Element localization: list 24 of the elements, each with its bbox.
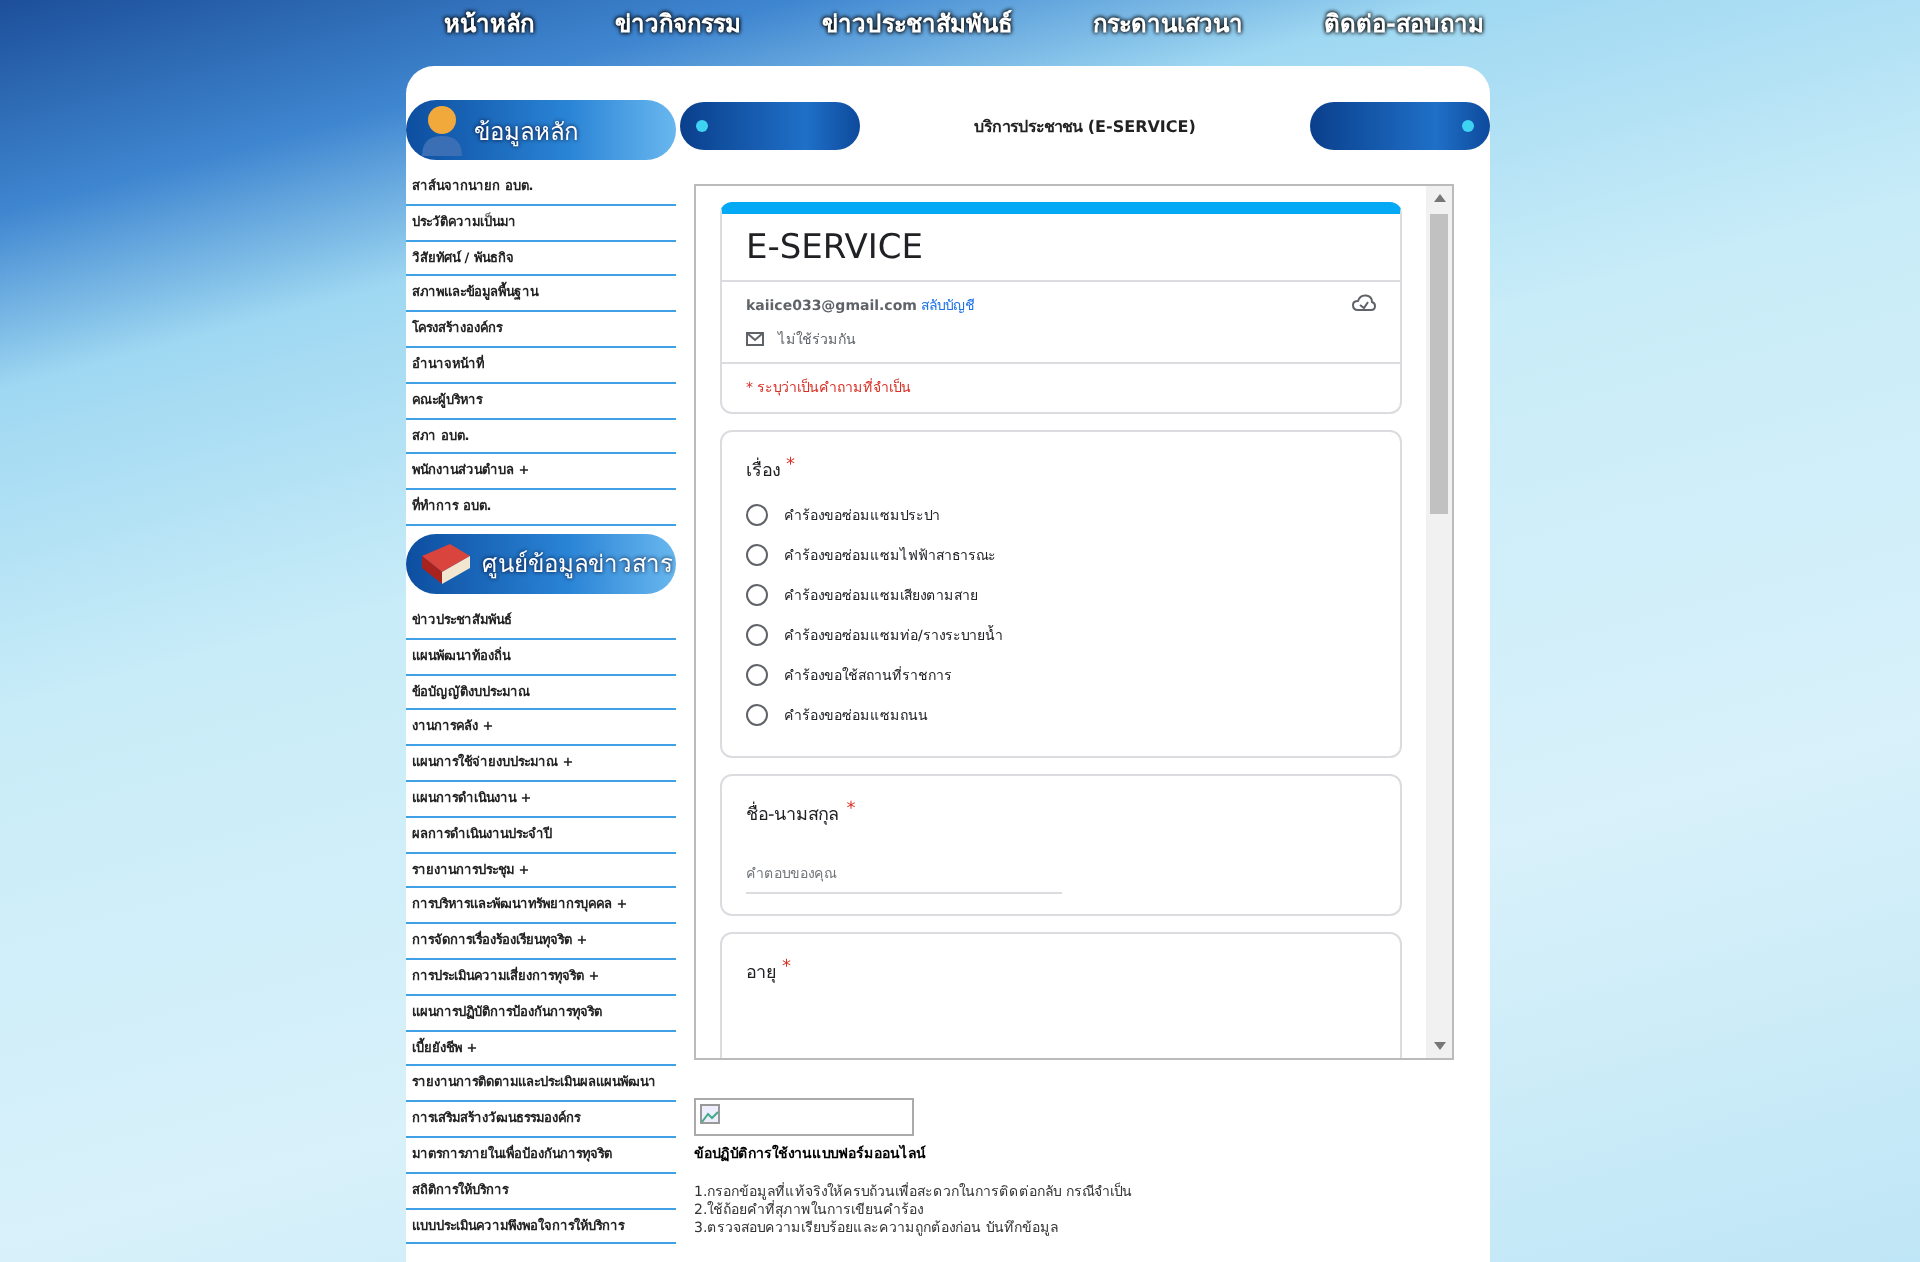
cloud-icon: [1352, 294, 1376, 312]
required-mark: *: [786, 456, 795, 480]
radio-button[interactable]: [746, 584, 768, 606]
section-header: ศูนย์ข้อมูลข่าวสาร: [406, 533, 676, 594]
question-label: อายุ: [746, 962, 776, 986]
radio-button[interactable]: [746, 624, 768, 646]
section-header: ข้อมูลหลัก: [406, 100, 676, 160]
nav-link[interactable]: หน้าหลัก: [444, 3, 534, 41]
radio-button[interactable]: [746, 704, 768, 726]
mail-icon: [746, 331, 766, 347]
question-label: ชื่อ-นามสกุล: [746, 800, 841, 828]
broken-image-icon: [694, 1098, 914, 1136]
nav-link[interactable]: ข่าวกิจกรรม: [615, 3, 741, 41]
required-mark: *: [846, 800, 856, 824]
page-title: บริการประชาชน (E-SERVICE): [972, 115, 1198, 139]
required-mark: *: [782, 958, 791, 982]
question-label: เรื่อง: [746, 456, 780, 484]
radio-button[interactable]: [746, 544, 768, 566]
scrollbar[interactable]: [1426, 186, 1452, 1058]
book-icon: [418, 539, 474, 588]
form-title: E-SERVICE: [722, 214, 1400, 282]
radio-button[interactable]: [746, 664, 768, 686]
person-icon: [418, 104, 466, 156]
radio-button[interactable]: [746, 504, 768, 526]
